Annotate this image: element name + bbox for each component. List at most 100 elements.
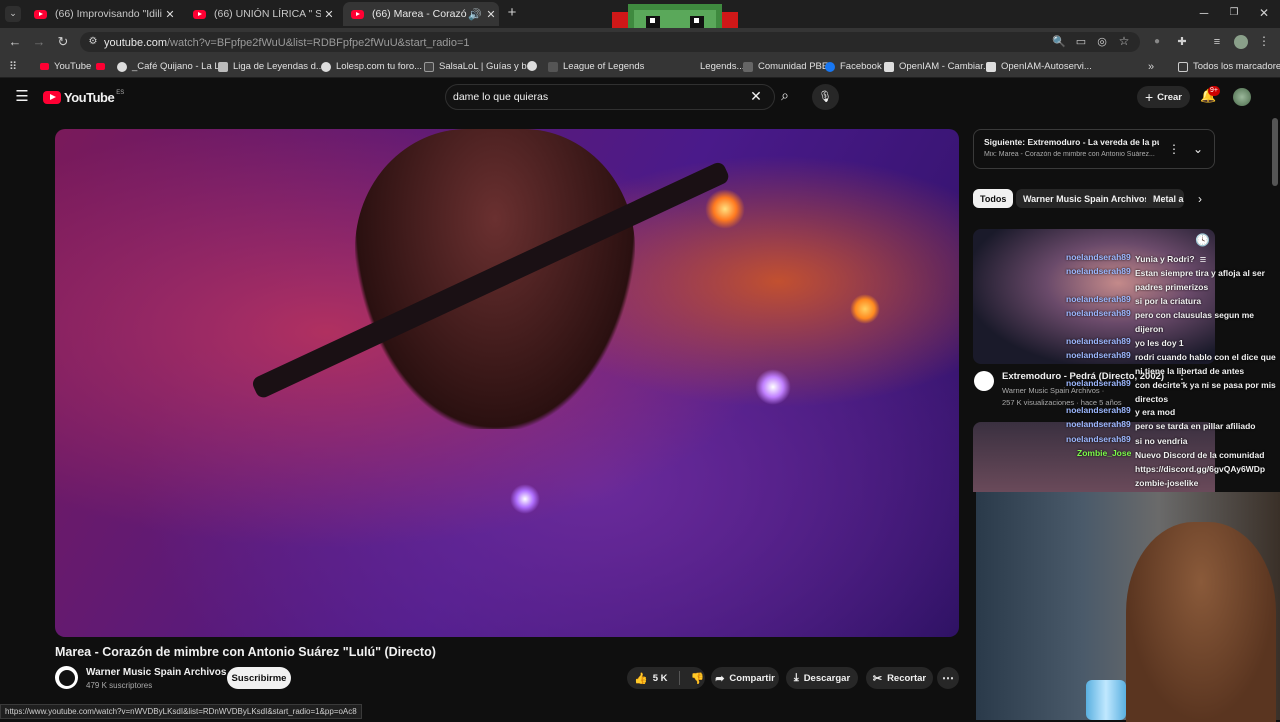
tab-1[interactable]: (66) Improvisando "Idilio" en La ✕ [26,2,178,26]
eye-off-icon[interactable]: ◎ [1095,35,1109,49]
like-button[interactable]: 👍 5 K [634,672,668,685]
bookmark-league-of-legends[interactable]: League of Legends [548,61,644,72]
bookmark-facebook[interactable]: Facebook [825,61,882,72]
page-scrollbar[interactable] [1272,118,1278,186]
doc-icon [884,61,894,72]
share-icon: ➦ [715,672,725,685]
tab-2[interactable]: (66) UNIÓN LÍRICA " Sin parar" ✕ [185,2,337,26]
clear-search-icon[interactable]: ✕ [748,89,764,103]
chat-user: noelandserah89 [1066,419,1131,429]
download-button[interactable]: ⤓ Descargar [786,667,858,689]
share-label: Compartir [729,672,775,684]
chip-label: Metal a [1153,193,1184,204]
like-count: 5 K [652,672,668,684]
subscribe-button[interactable]: Suscribirme [227,667,291,689]
thumbs-down-icon[interactable]: 👎 [691,672,705,685]
tab-search-button[interactable]: ⌄ [5,6,21,22]
reload-icon[interactable]: ↻ [55,35,71,49]
chat-user: noelandserah89 [1066,405,1131,415]
chat-user-highlight: Zombie_Jose [1077,448,1132,458]
tab-title: (66) Improvisando "Idilio" en La [55,8,162,20]
clip-button[interactable]: ✂ Recortar [866,667,933,689]
close-icon[interactable]: ✕ [483,8,499,21]
tab-3-active[interactable]: (66) Marea - Corazón de m 🔊 ✕ [343,2,499,26]
bookmark-comunidad-pbe[interactable]: Comunidad PBE [743,61,828,72]
bookmark-youtube[interactable]: YouTube [40,61,91,72]
bookmark-legends[interactable]: Legends... [700,61,744,72]
speaker-icon[interactable]: 🔊 [467,8,483,21]
tab-title: (66) UNIÓN LÍRICA " Sin parar" [214,8,321,20]
bookmark-blank[interactable] [527,61,542,71]
chip-metal[interactable]: Metal a [1146,189,1184,208]
media-icon[interactable]: ≡ [1210,35,1224,49]
bookmark-label: Legends... [700,61,745,72]
bookmark-label: _Café Quijano - La L... [132,61,228,72]
chevron-down-icon[interactable]: ⌄ [1191,142,1205,156]
extension-icon[interactable]: ● [1150,35,1164,49]
bookmark-openiam-autoservi[interactable]: OpenIAM-Autoservi... [986,61,1092,72]
forward-icon[interactable]: → [31,35,47,49]
webcam-overlay [976,492,1280,722]
close-icon[interactable]: ✕ [162,8,178,21]
bookmark-cafe-quijano[interactable]: _Café Quijano - La L... [96,61,228,72]
chat-user: noelandserah89 [1066,378,1131,388]
chevron-right-icon[interactable]: › [1194,192,1206,206]
chat-message: Estan siempre tira y afloja al ser padre… [1135,268,1265,292]
new-tab-button[interactable]: + [504,5,520,20]
chat-message: si no vendria [1135,436,1188,446]
bookmark-salsalol[interactable]: SalsaLoL | Guías y b... [424,61,535,72]
bookmark-lolesp[interactable]: Lolesp.com tu foro... [321,61,422,72]
site-info-icon[interactable]: ⚙ [86,35,100,49]
chat-user: noelandserah89 [1066,350,1131,360]
chat-message: y era mod [1135,407,1176,417]
channel-avatar[interactable] [55,666,78,689]
tab-title: (66) Marea - Corazón de m [372,8,467,20]
chip-todos[interactable]: Todos [973,189,1014,208]
bookmark-openiam-cambiar[interactable]: OpenIAM - Cambiar... [884,61,991,72]
bookmark-label: OpenIAM - Cambiar... [899,61,991,72]
create-button[interactable]: + Crear [1137,86,1190,108]
search-input[interactable] [453,89,733,105]
chat-user: noelandserah89 [1066,266,1131,276]
url-text[interactable]: youtube.com/watch?v=BFpfpe2fWuU&list=RDB… [104,37,470,49]
chat-user: noelandserah89 [1066,294,1131,304]
bookmark-label: OpenIAM-Autoservi... [1001,61,1092,72]
restore-button[interactable]: ❐ [1226,6,1242,20]
profile-avatar[interactable] [1234,35,1248,49]
close-window-button[interactable]: ✕ [1256,6,1272,20]
video-player[interactable] [55,129,959,637]
playlist-menu-icon[interactable]: ⋮ [1168,142,1180,156]
cast-icon[interactable]: ▭ [1074,35,1088,49]
chip-label: Warner Music Spain Archivos [1023,193,1150,204]
all-bookmarks[interactable]: Todos los marcadores [1178,61,1280,72]
watch-later-icon[interactable]: 🕓 [1195,233,1210,247]
bookmark-liga-leyendas[interactable]: Liga de Leyendas d... [218,61,324,72]
apps-grid-icon[interactable]: ⠿ [6,60,20,74]
youtube-logo[interactable]: YouTube ES [43,90,124,105]
account-avatar[interactable] [1233,88,1251,106]
bookmark-label: Comunidad PBE [758,61,829,72]
youtube-favicon-icon [193,9,206,19]
chip-warner[interactable]: Warner Music Spain Archivos [1016,189,1157,208]
search-icon[interactable]: ⌕ [776,88,794,102]
chat-user: noelandserah89 [1066,308,1131,318]
rec-channel-avatar[interactable] [974,371,994,391]
mic-icon: 🎙 [818,91,832,103]
back-icon[interactable]: ← [7,35,23,49]
youtube-play-icon [43,91,61,104]
more-actions-button[interactable]: ⋯ [937,667,959,689]
puzzle-icon[interactable]: ✚ [1175,35,1189,49]
menu-dots-icon[interactable]: ⋮ [1258,34,1270,48]
star-icon[interactable]: ☆ [1117,34,1131,48]
minimize-button[interactable]: ─ [1196,6,1212,20]
share-button[interactable]: ➦ Compartir [711,667,779,689]
hamburger-menu-icon[interactable]: ☰ [14,89,30,104]
bookmark-label: Lolesp.com tu foro... [336,61,423,72]
download-label: Descargar [803,672,851,684]
channel-name[interactable]: Warner Music Spain Archivos [86,667,226,678]
zoom-icon[interactable]: 🔍 [1052,35,1066,49]
create-label: Crear [1157,91,1182,103]
lol-icon [548,61,558,72]
more-bookmarks-icon[interactable]: » [1144,60,1158,74]
close-icon[interactable]: ✕ [321,8,337,21]
